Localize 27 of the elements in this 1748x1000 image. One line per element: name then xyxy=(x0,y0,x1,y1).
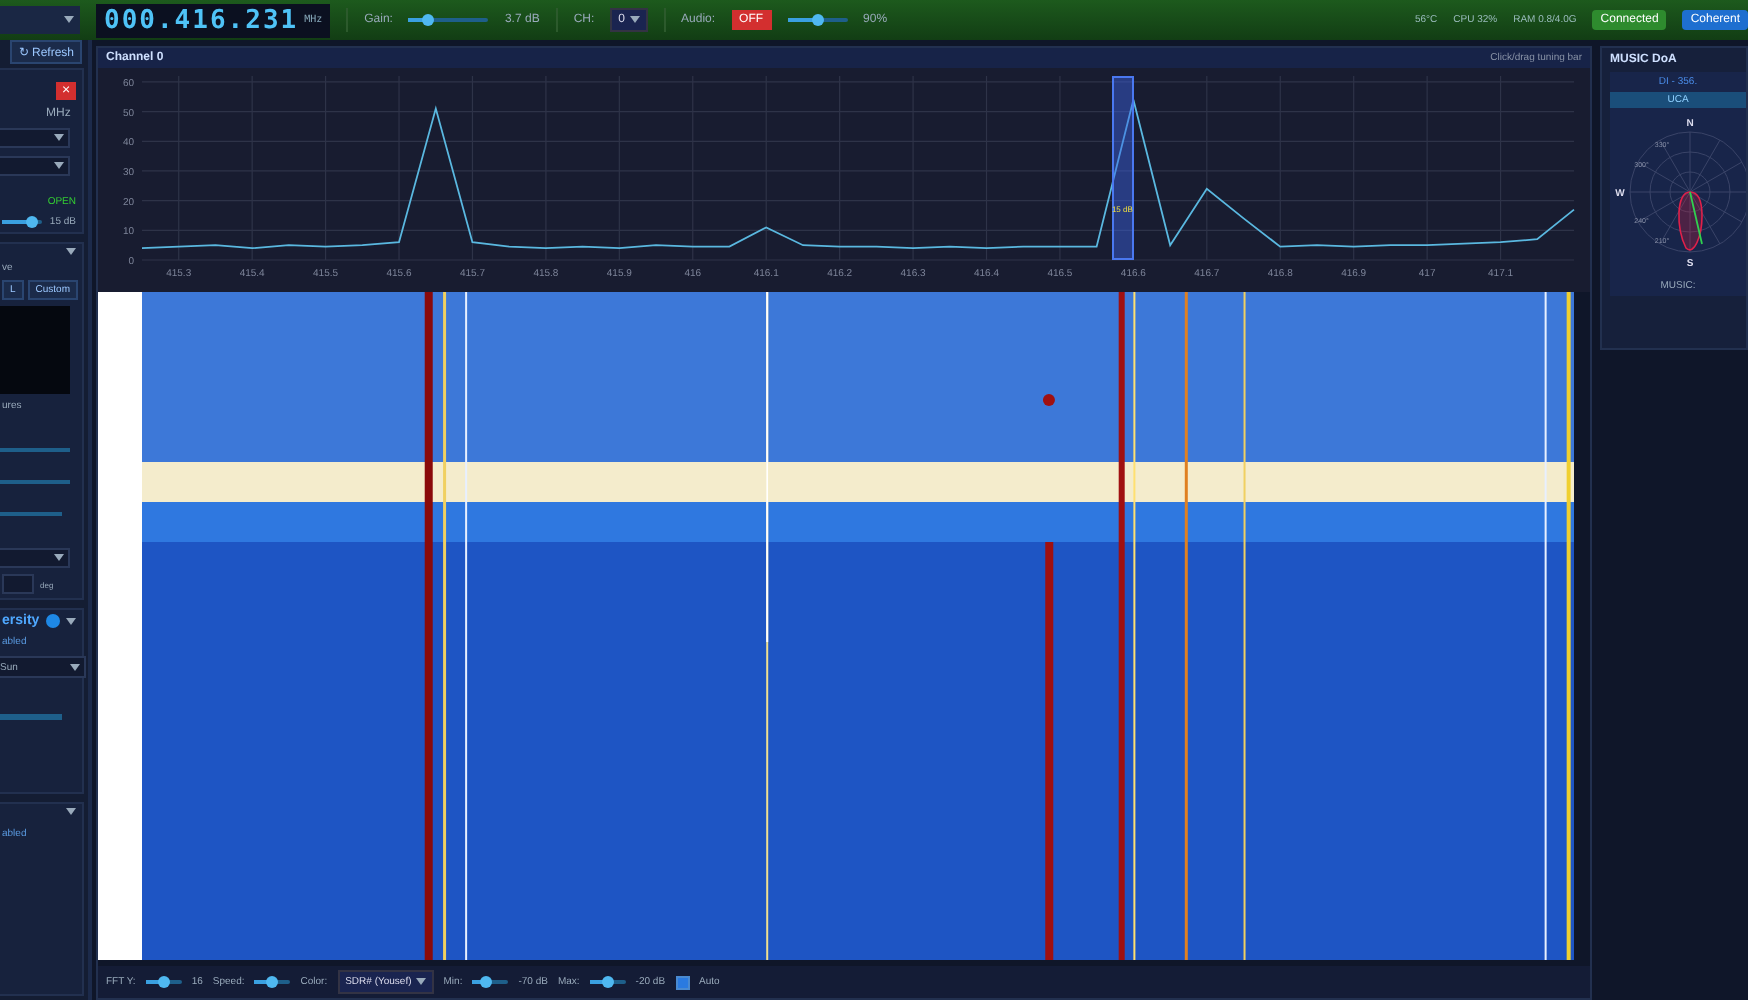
dropdown[interactable] xyxy=(0,128,70,148)
caret-icon xyxy=(66,617,76,625)
caret-icon xyxy=(54,134,64,142)
slider-thumb[interactable] xyxy=(601,976,614,988)
slider-thumb[interactable] xyxy=(266,976,279,988)
caret-icon xyxy=(54,162,64,170)
angle-field[interactable] xyxy=(2,574,34,594)
polar-grid-drawing xyxy=(1629,131,1746,253)
frequency-value: 000.416.231 xyxy=(104,5,299,35)
help-icon[interactable] xyxy=(45,614,60,628)
doa-lobe xyxy=(1678,191,1703,251)
dropdown[interactable] xyxy=(0,548,70,568)
checkbox[interactable] xyxy=(675,975,690,989)
slider-thumb[interactable] xyxy=(480,976,493,988)
slider-thumb[interactable] xyxy=(25,216,38,228)
slider-thumb[interactable] xyxy=(811,14,824,26)
caret-icon xyxy=(66,808,76,816)
slider-thumb[interactable] xyxy=(157,976,170,988)
caret-icon xyxy=(629,16,640,24)
dropdown[interactable] xyxy=(0,156,70,176)
bearing-line xyxy=(1689,191,1703,245)
caret-icon xyxy=(415,978,426,986)
slider-thumb[interactable] xyxy=(422,14,435,26)
caret-icon xyxy=(54,554,64,562)
caret-icon xyxy=(70,663,80,671)
caret-icon xyxy=(66,248,76,256)
caret-icon xyxy=(64,16,74,24)
